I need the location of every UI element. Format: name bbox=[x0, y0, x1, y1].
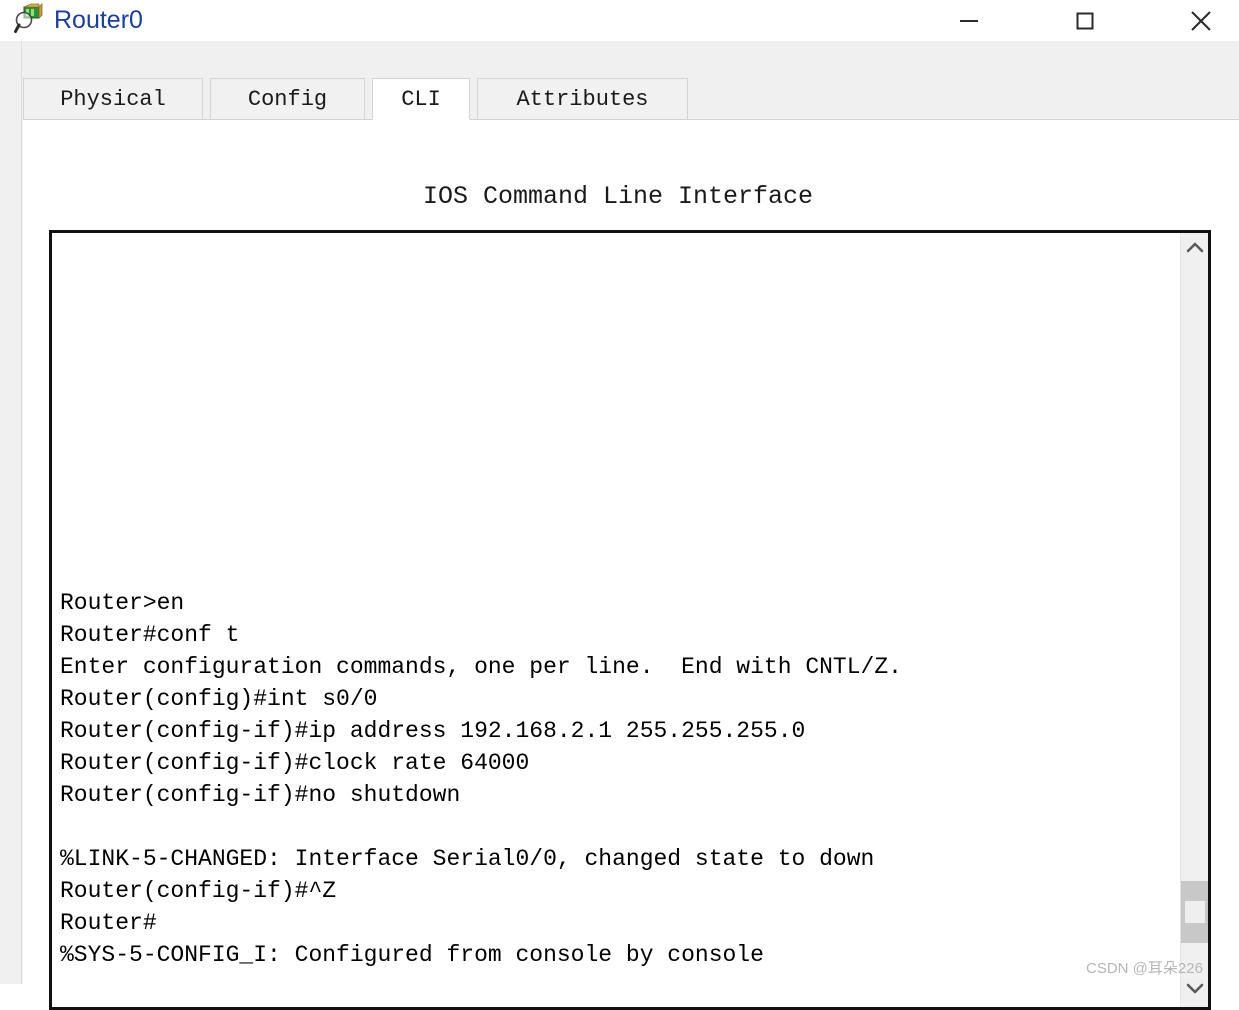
tab-strip: Physical Config CLI Attributes bbox=[23, 78, 1239, 120]
terminal-line: Router>en bbox=[60, 590, 185, 616]
terminal-line: Router(config-if)#ip address 192.168.2.1… bbox=[60, 718, 806, 744]
window-body: Physical Config CLI Attributes IOS Comma… bbox=[0, 41, 1239, 1010]
tab-config[interactable]: Config bbox=[210, 78, 365, 120]
tab-cli[interactable]: CLI bbox=[372, 78, 470, 120]
terminal-line: Router(config-if)#^Z bbox=[60, 878, 337, 904]
terminal-scrollbar[interactable] bbox=[1180, 233, 1208, 1007]
terminal-line: %LINK-5-CHANGED: Interface Serial0/0, ch… bbox=[60, 846, 875, 872]
maximize-icon bbox=[1072, 8, 1098, 34]
scroll-down-button[interactable] bbox=[1181, 973, 1208, 1007]
terminal-line: Router(config-if)#no shutdown bbox=[60, 782, 461, 808]
tab-physical[interactable]: Physical bbox=[23, 78, 203, 120]
tab-attributes[interactable]: Attributes bbox=[477, 78, 688, 120]
close-icon bbox=[1186, 6, 1216, 36]
terminal-line: %SYS-5-CONFIG_I: Configured from console… bbox=[60, 942, 764, 968]
terminal-line: Router# bbox=[60, 910, 157, 936]
terminal-line: Router(config-if)#clock rate 64000 bbox=[60, 750, 530, 776]
panel-title: IOS Command Line Interface bbox=[422, 182, 814, 211]
minimize-button[interactable] bbox=[946, 0, 992, 41]
close-button[interactable] bbox=[1178, 0, 1224, 41]
window-left-gutter bbox=[0, 41, 22, 984]
maximize-button[interactable] bbox=[1062, 0, 1108, 41]
scrollbar-thumb[interactable] bbox=[1181, 881, 1208, 943]
terminal-line: Router#conf t bbox=[60, 622, 240, 648]
terminal-output[interactable]: Router>en Router#conf t Enter configurat… bbox=[52, 233, 1180, 1007]
scrollbar-thumb-grip bbox=[1184, 901, 1205, 923]
terminal-line: Router(config)#int s0/0 bbox=[60, 686, 378, 712]
watermark-text: CSDN @耳朵226 bbox=[1086, 960, 1203, 977]
window-title: Router0 bbox=[54, 6, 143, 34]
chevron-up-icon bbox=[1184, 241, 1206, 260]
terminal-frame[interactable]: Router>en Router#conf t Enter configurat… bbox=[49, 230, 1211, 1010]
scroll-up-button[interactable] bbox=[1181, 233, 1208, 267]
terminal-line: Enter configuration commands, one per li… bbox=[60, 654, 902, 680]
chevron-down-icon bbox=[1184, 981, 1206, 1000]
cli-tab-panel: IOS Command Line Interface Router>en Rou… bbox=[23, 119, 1239, 1010]
window-titlebar: Router0 bbox=[0, 0, 1239, 41]
router-magnifier-icon bbox=[14, 3, 46, 35]
minimize-icon bbox=[956, 8, 982, 34]
